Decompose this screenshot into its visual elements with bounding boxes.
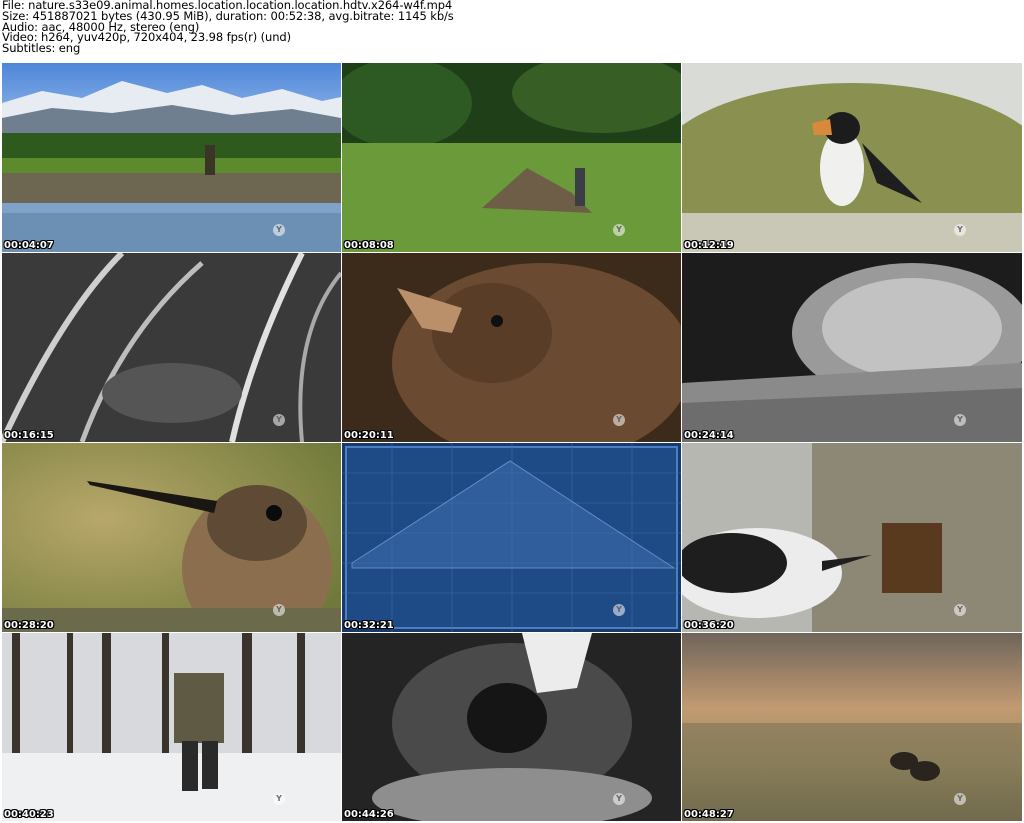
watermark-icon: Y bbox=[954, 414, 966, 426]
thumbnail-grid: Y 00:04:07 Y 00:08:08 Y 00:12:19 Y 00:16… bbox=[2, 63, 1022, 821]
thumbnail-9: Y 00:36:20 bbox=[682, 443, 1022, 632]
video-info-line: Video: h264, yuv420p, 720x404, 23.98 fps… bbox=[2, 30, 292, 45]
timestamp-label: 00:32:21 bbox=[344, 620, 394, 631]
timestamp-label: 00:28:20 bbox=[4, 620, 54, 631]
watermark-icon: Y bbox=[273, 224, 285, 236]
thumbnail-3: Y 00:12:19 bbox=[682, 63, 1022, 252]
watermark-icon: Y bbox=[954, 224, 966, 236]
timestamp-label: 00:08:08 bbox=[344, 240, 394, 251]
thumbnail-11: Y 00:44:26 bbox=[342, 633, 681, 821]
watermark-icon: Y bbox=[954, 793, 966, 805]
thumbnail-6: Y 00:24:14 bbox=[682, 253, 1022, 442]
timestamp-label: 00:36:20 bbox=[684, 620, 734, 631]
timestamp-label: 00:12:19 bbox=[684, 240, 734, 251]
thumbnail-12: Y 00:48:27 bbox=[682, 633, 1022, 821]
watermark-icon: Y bbox=[613, 793, 625, 805]
timestamp-label: 00:20:11 bbox=[344, 430, 394, 441]
file-info-header: File: nature.s33e09.animal.homes.locatio… bbox=[2, 0, 1022, 54]
subtitles-info-line: Subtitles: eng bbox=[2, 41, 81, 56]
timestamp-label: 00:04:07 bbox=[4, 240, 54, 251]
timestamp-label: 00:24:14 bbox=[684, 430, 734, 441]
timestamp-label: 00:48:27 bbox=[684, 809, 734, 820]
watermark-icon: Y bbox=[613, 224, 625, 236]
timestamp-label: 00:40:23 bbox=[4, 809, 54, 820]
thumbnail-1: Y 00:04:07 bbox=[2, 63, 341, 252]
watermark-icon: Y bbox=[954, 604, 966, 616]
thumbnail-7: Y 00:28:20 bbox=[2, 443, 341, 632]
thumbnail-8: Y 00:32:21 bbox=[342, 443, 681, 632]
timestamp-label: 00:44:26 bbox=[344, 809, 394, 820]
thumbnail-4: Y 00:16:15 bbox=[2, 253, 341, 442]
watermark-icon: Y bbox=[273, 414, 285, 426]
thumbnail-2: Y 00:08:08 bbox=[342, 63, 681, 252]
thumbnail-5: Y 00:20:11 bbox=[342, 253, 681, 442]
watermark-icon: Y bbox=[613, 414, 625, 426]
timestamp-label: 00:16:15 bbox=[4, 430, 54, 441]
thumbnail-10: Y 00:40:23 bbox=[2, 633, 341, 821]
watermark-icon: Y bbox=[613, 604, 625, 616]
watermark-icon: Y bbox=[273, 793, 285, 805]
watermark-icon: Y bbox=[273, 604, 285, 616]
